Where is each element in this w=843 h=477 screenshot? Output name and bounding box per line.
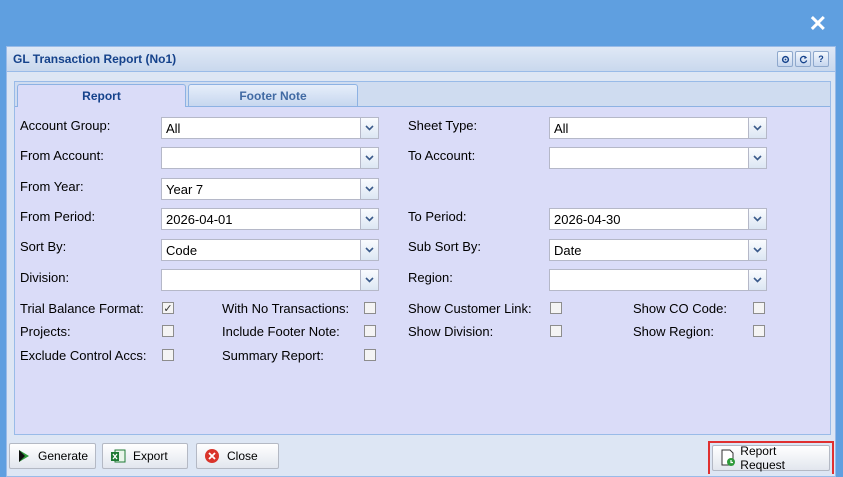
gear-icon[interactable] [777,51,793,67]
sub-sort-by-value: Date [554,242,582,258]
play-icon [16,447,32,465]
from-year-combo[interactable]: Year 7 [161,178,379,200]
account-group-combo[interactable]: All [161,117,379,139]
generate-label: Generate [38,449,89,463]
to-period-label: To Period: [408,209,467,224]
sort-by-label: Sort By: [20,239,67,254]
region-combo[interactable] [549,269,767,291]
excel-icon [109,447,127,465]
with-no-transactions-checkbox[interactable] [364,302,376,314]
report-request-label: Report Request [740,444,785,472]
include-footer-note-checkbox[interactable] [364,325,376,337]
from-account-label: From Account: [20,148,104,163]
tab-strip: Report Footer Note [15,82,830,107]
report-request-icon [719,449,736,467]
include-footer-note-label: Include Footer Note: [222,324,340,339]
help-icon[interactable]: ? [813,51,829,67]
division-combo[interactable] [161,269,379,291]
show-division-label: Show Division: [408,324,494,339]
from-period-label: From Period: [20,209,96,224]
chevron-down-icon[interactable] [748,209,766,229]
sheet-type-value: All [554,120,569,136]
to-period-value: 2026-04-30 [554,211,621,227]
sheet-type-label: Sheet Type: [408,118,478,133]
sort-by-combo[interactable]: Code [161,239,379,261]
window-titlebar: GL Transaction Report (No1) ? [7,47,835,72]
chevron-down-icon[interactable] [360,179,378,199]
close-label: Close [227,449,258,463]
close-button[interactable]: Close [196,443,279,469]
window-tools: ? [777,51,829,67]
with-no-transactions-label: With No Transactions: [222,301,350,316]
to-account-label: To Account: [408,148,476,163]
trial-balance-format-checkbox[interactable]: ✓ [162,302,174,315]
sub-sort-by-combo[interactable]: Date [549,239,767,261]
chevron-down-icon[interactable] [748,148,766,168]
chevron-down-icon[interactable] [748,270,766,290]
export-button[interactable]: Export [102,443,188,469]
show-customer-link-label: Show Customer Link: [408,301,532,316]
checkmark-icon: ✓ [163,302,173,315]
chevron-down-icon[interactable] [748,118,766,138]
account-group-value: All [166,120,181,136]
summary-report-label: Summary Report: [222,348,324,363]
refresh-icon[interactable] [795,51,811,67]
show-division-checkbox[interactable] [550,325,562,337]
generate-button[interactable]: Generate [9,443,96,469]
region-label: Region: [408,270,453,285]
division-label: Division: [20,270,70,285]
from-year-value: Year 7 [166,181,204,197]
summary-report-checkbox[interactable] [364,349,376,361]
tab-footer-note[interactable]: Footer Note [188,84,358,106]
chevron-down-icon[interactable] [360,148,378,168]
tab-report[interactable]: Report [17,84,186,107]
from-period-value: 2026-04-01 [166,211,233,227]
to-account-combo[interactable] [549,147,767,169]
trial-balance-format-label: Trial Balance Format: [20,301,144,316]
report-window: GL Transaction Report (No1) ? Report Foo… [6,46,836,477]
chevron-down-icon[interactable] [748,240,766,260]
chevron-down-icon[interactable] [360,270,378,290]
close-icon [203,447,221,465]
from-period-combo[interactable]: 2026-04-01 [161,208,379,230]
from-year-label: From Year: [20,179,84,194]
chevron-down-icon[interactable] [360,209,378,229]
sort-by-value: Code [166,242,198,258]
exclude-control-accs-checkbox[interactable] [162,349,174,361]
projects-checkbox[interactable] [162,325,174,337]
exclude-control-accs-label: Exclude Control Accs: [20,348,147,363]
account-group-label: Account Group: [20,118,111,133]
window-close-icon[interactable]: ✕ [809,13,827,35]
button-bar: Generate Export Close Report Request [7,441,835,474]
sheet-type-combo[interactable]: All [549,117,767,139]
show-region-label: Show Region: [633,324,714,339]
projects-label: Projects: [20,324,71,339]
window-title: GL Transaction Report (No1) [13,52,177,66]
chevron-down-icon[interactable] [360,240,378,260]
show-co-code-checkbox[interactable] [753,302,765,314]
to-period-combo[interactable]: 2026-04-30 [549,208,767,230]
show-customer-link-checkbox[interactable] [550,302,562,314]
export-label: Export [133,449,168,463]
from-account-combo[interactable] [161,147,379,169]
report-request-button[interactable]: Report Request [712,444,830,472]
report-panel: Report Footer Note Account Group: All Sh… [14,81,831,435]
show-co-code-label: Show CO Code: [633,301,727,316]
chevron-down-icon[interactable] [360,118,378,138]
show-region-checkbox[interactable] [753,325,765,337]
sub-sort-by-label: Sub Sort By: [408,239,481,254]
